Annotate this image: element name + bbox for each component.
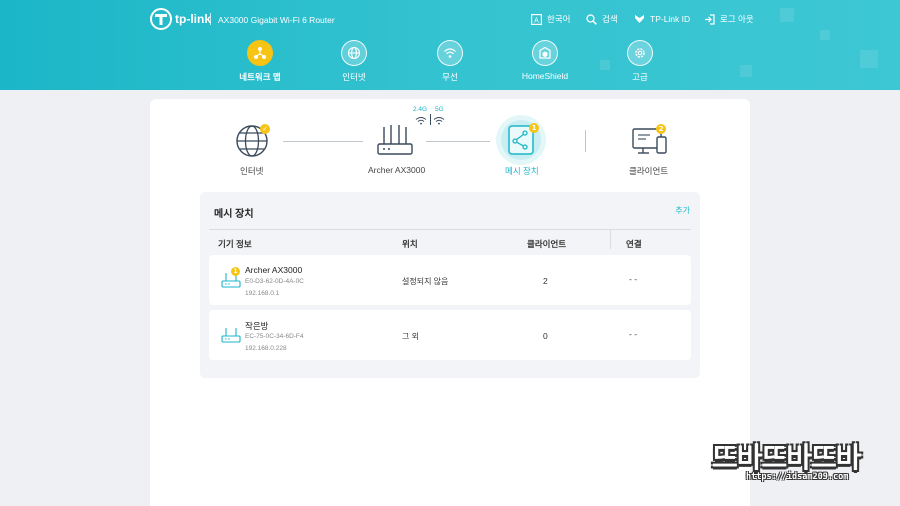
tplink-logo-icon[interactable] (150, 8, 172, 30)
watermark-text: 뜨바뜨바뜨바 (712, 441, 862, 474)
tplink-id-button[interactable]: TP-Link ID (634, 13, 690, 24)
table-row[interactable]: 1 Archer AX3000 E0-D3-62-0D-4A-0C 192.16… (209, 255, 691, 305)
column-header-clients: 클라이언트 (527, 239, 567, 249)
column-header-location: 위치 (402, 239, 418, 249)
language-button[interactable]: A 한국어 (531, 13, 570, 25)
device-client-count: 0 (543, 331, 548, 341)
topology-clients-label: 클라이언트 (629, 166, 669, 176)
nav-homeshield[interactable]: HomeShield (505, 40, 585, 81)
nav-label: 고급 (632, 72, 648, 82)
topology-internet-label: 인터넷 (240, 166, 264, 176)
table-row[interactable]: 작은방 EC-75-0C-34-6D-F4 192.168.0.228 그 외 … (209, 310, 691, 360)
logout-button[interactable]: 로그 아웃 (704, 13, 754, 25)
nav-label: 무선 (442, 72, 458, 82)
band-24g-label: 2.4G (413, 106, 428, 113)
band-5g-label: 5G (435, 106, 444, 113)
brand-name: tp-link (175, 12, 211, 26)
advanced-gear-icon (627, 40, 653, 66)
wifi-5g-icon (433, 117, 445, 125)
device-location: 설정되지 않음 (402, 277, 449, 286)
logout-icon (705, 13, 715, 25)
tplink-id-label: TP-Link ID (650, 13, 691, 24)
topology-clients-node[interactable]: 2 (630, 124, 670, 160)
device-mac: E0-D3-62-0D-4A-0C (245, 278, 304, 285)
device-ip: 192.168.0.1 (245, 290, 280, 297)
wireless-icon (437, 40, 463, 66)
homeshield-icon (532, 40, 558, 66)
device-name: 작은방 (245, 321, 269, 331)
nav-network-map[interactable]: 네트워크 맵 (220, 40, 300, 83)
logout-label: 로그 아웃 (720, 14, 754, 24)
device-connection: - - (629, 329, 638, 339)
watermark-url: https://idsam209.com (746, 472, 849, 482)
tplink-id-icon (635, 15, 644, 23)
top-header: tp-link AX3000 Gigabit Wi-Fi 6 Router A … (0, 0, 900, 90)
topology-divider (585, 130, 586, 152)
mesh-router-icon (221, 328, 241, 343)
check-badge-icon: ✓ (260, 124, 270, 134)
router-model-title: AX3000 Gigabit Wi-Fi 6 Router (218, 15, 335, 25)
nav-label: HomeShield (521, 71, 569, 81)
language-icon: A (531, 13, 542, 25)
device-location: 그 외 (402, 332, 419, 341)
topology-router-node[interactable] (372, 123, 418, 161)
mesh-devices-panel: 메시 장치 추가 기기 정보 위치 클라이언트 연결 1 Archer AX30… (200, 192, 700, 378)
search-label: 검색 (602, 14, 618, 24)
row-badge: 1 (231, 267, 240, 276)
add-mesh-device-button[interactable]: 추가 (675, 205, 690, 216)
network-map-icon (247, 40, 273, 66)
language-label: 한국어 (547, 14, 571, 24)
nav-internet[interactable]: 인터넷 (314, 40, 394, 83)
topology-link (426, 141, 490, 142)
router-icon (377, 125, 413, 155)
nav-wireless[interactable]: 무선 (410, 40, 490, 83)
panel-divider (209, 229, 691, 230)
brand-divider (210, 13, 211, 25)
device-name: Archer AX3000 (245, 265, 303, 275)
search-button[interactable]: 검색 (586, 13, 618, 25)
topology-mesh-label: 메시 장치 (505, 166, 539, 176)
internet-globe-icon (341, 40, 367, 66)
topology-router-label: Archer AX3000 (368, 165, 426, 175)
clients-count-badge: 2 (656, 124, 666, 134)
device-mac: EC-75-0C-34-6D-F4 (245, 333, 304, 340)
search-icon (586, 13, 597, 25)
band-divider (430, 114, 431, 125)
mesh-count-badge: 1 (529, 123, 539, 133)
device-connection: - - (629, 274, 638, 284)
wifi-24g-icon (415, 117, 427, 125)
topology-internet-node[interactable]: ✓ (232, 123, 272, 163)
svg-text:A: A (534, 17, 539, 24)
column-header-device-info: 기기 정보 (218, 239, 252, 249)
column-header-connection: 연결 (626, 239, 642, 249)
nav-label: 네트워크 맵 (239, 72, 281, 82)
topology-link (283, 141, 363, 142)
column-separator (610, 229, 611, 249)
device-client-count: 2 (543, 276, 548, 286)
panel-title: 메시 장치 (214, 209, 254, 220)
nav-label: 인터넷 (342, 72, 366, 82)
topology-mesh-node[interactable]: 1 (495, 114, 547, 166)
nav-advanced[interactable]: 고급 (600, 40, 680, 83)
mesh-device-icon (496, 115, 546, 165)
device-ip: 192.168.0.228 (245, 345, 287, 352)
watermark: 뜨바뜨바뜨바 https://idsam209.com (700, 436, 890, 492)
